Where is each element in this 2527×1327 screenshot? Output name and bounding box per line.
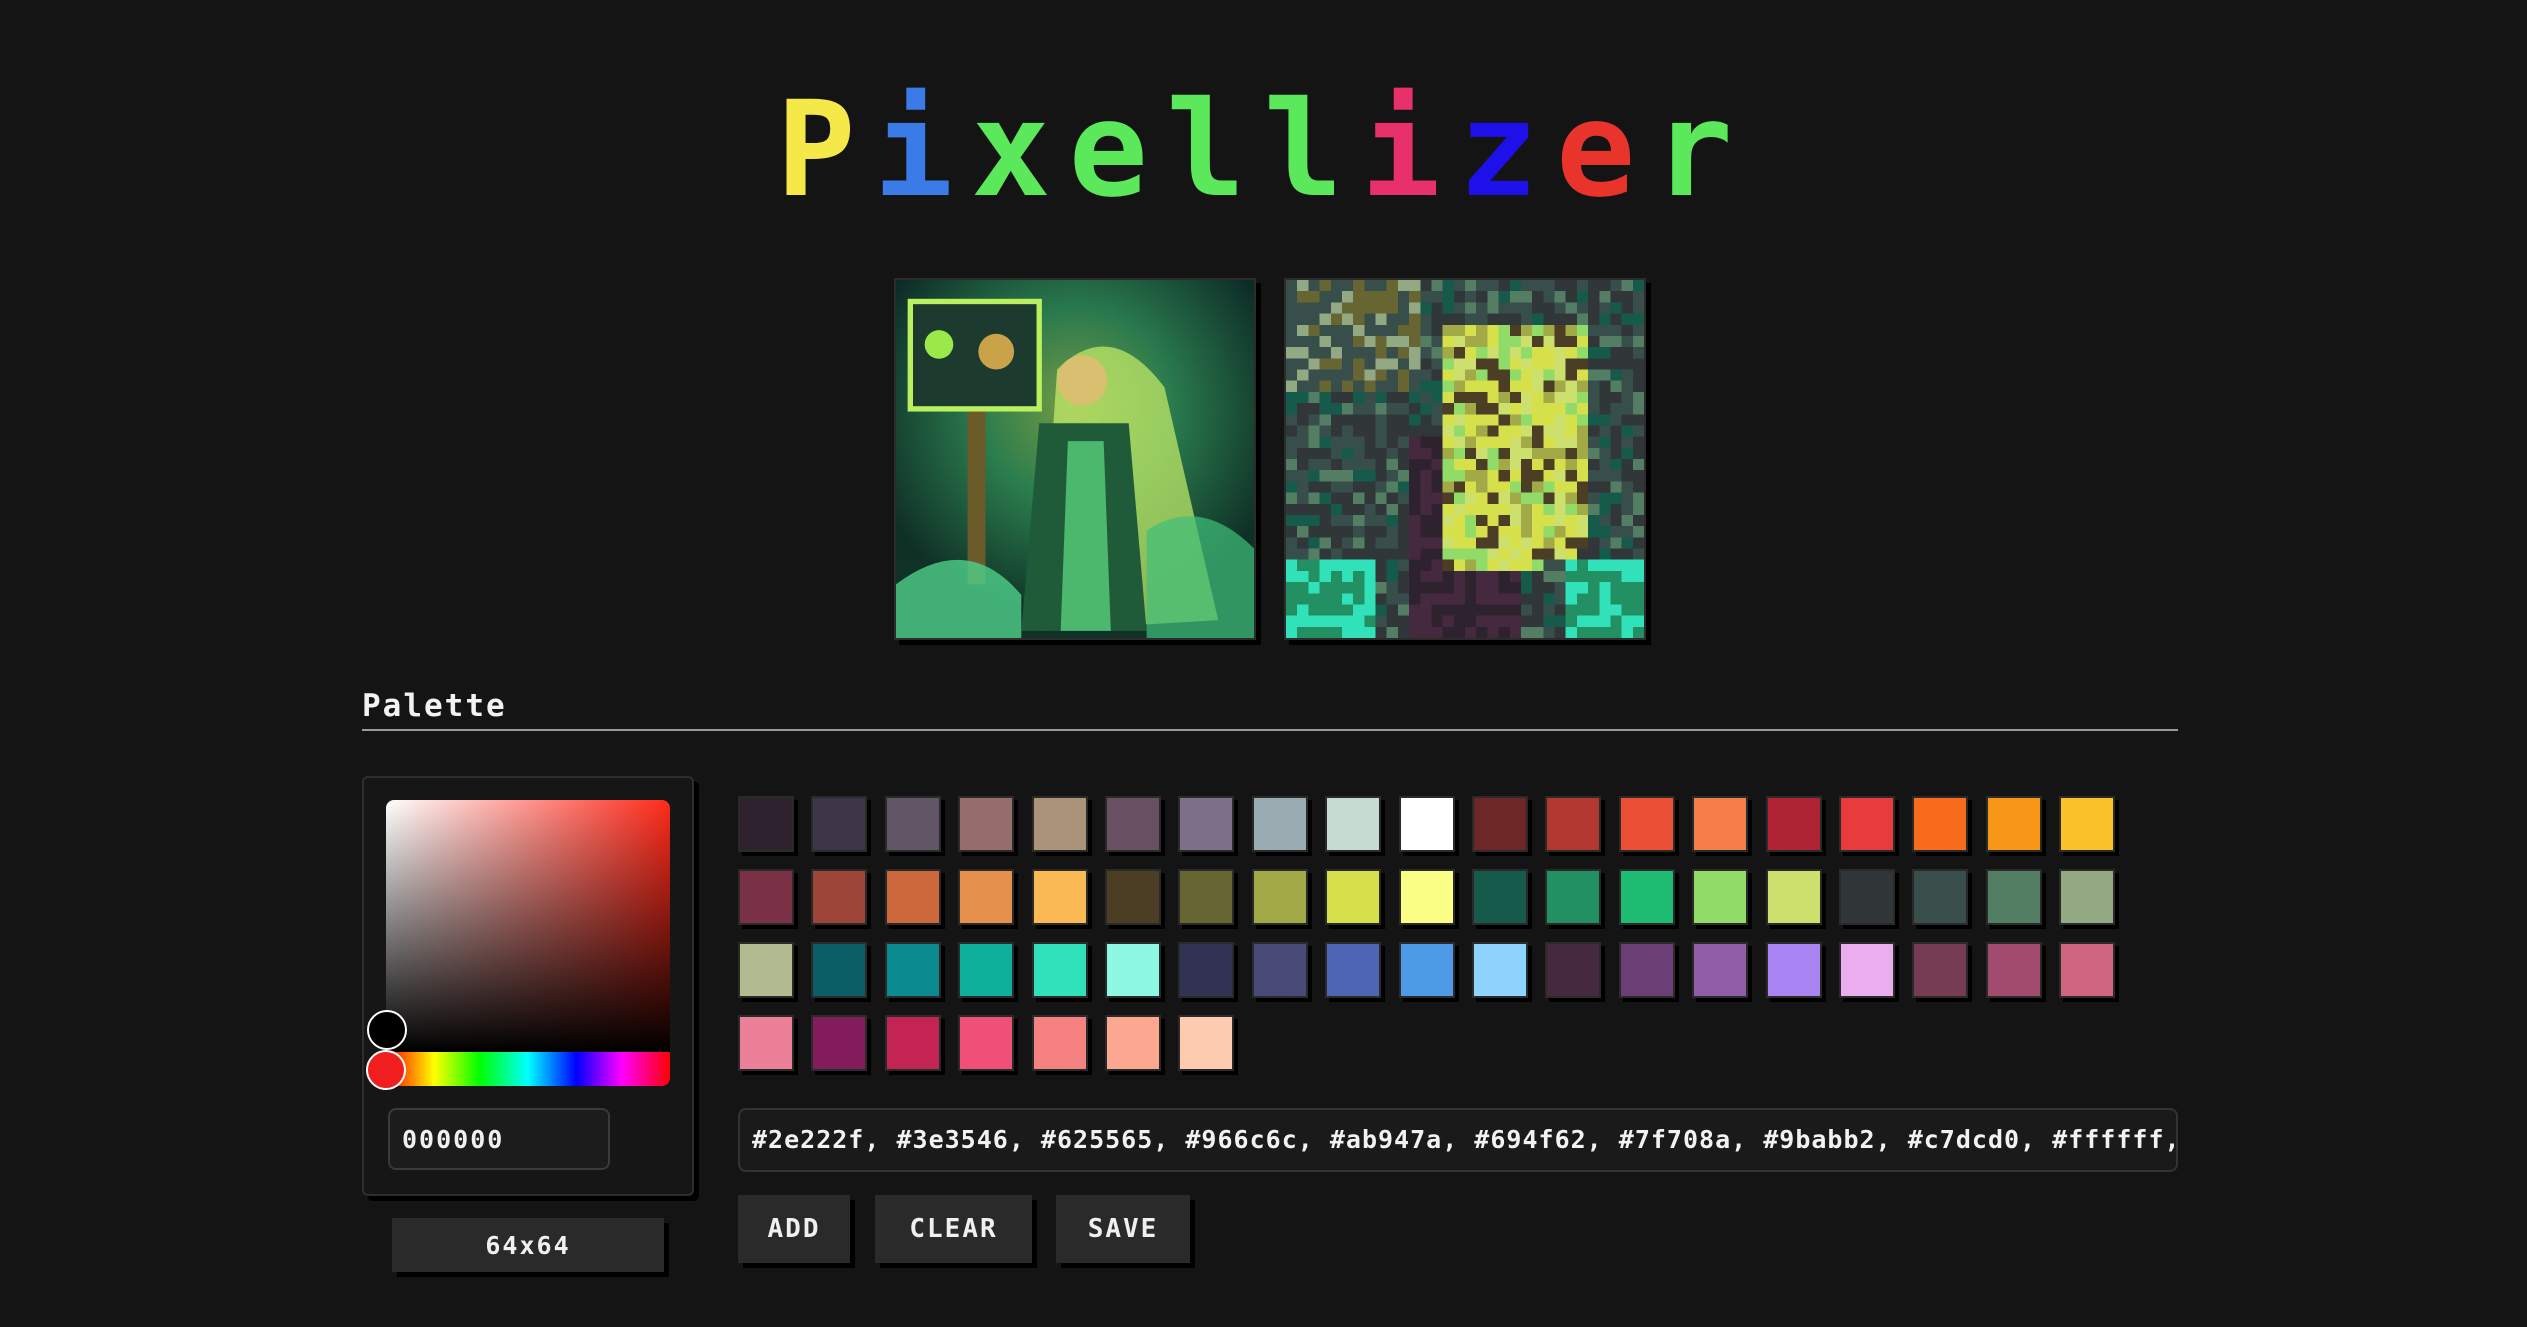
palette-swatch[interactable] xyxy=(1619,942,1675,998)
palette-swatch[interactable] xyxy=(1619,869,1675,925)
palette-swatch[interactable] xyxy=(1252,796,1308,852)
hex-color-input[interactable] xyxy=(388,1108,610,1170)
palette-swatch[interactable] xyxy=(738,1015,794,1071)
image-pixelated-icon xyxy=(1286,280,1644,638)
size-select-button[interactable]: 64x64 xyxy=(392,1218,664,1272)
palette-swatch[interactable] xyxy=(1472,869,1528,925)
palette-swatch[interactable] xyxy=(738,942,794,998)
palette-swatch[interactable] xyxy=(1986,796,2042,852)
image-original-icon xyxy=(896,280,1254,638)
palette-swatch[interactable] xyxy=(1839,942,1895,998)
palette-swatch[interactable] xyxy=(1325,796,1381,852)
title-letter: e xyxy=(1068,73,1167,227)
palette-swatch[interactable] xyxy=(2059,869,2115,925)
palette-swatch[interactable] xyxy=(1032,942,1088,998)
palette-swatch[interactable] xyxy=(885,942,941,998)
palette-swatch[interactable] xyxy=(885,796,941,852)
palette-swatch[interactable] xyxy=(1472,796,1528,852)
palette-swatch[interactable] xyxy=(1839,796,1895,852)
palette-swatch[interactable] xyxy=(811,942,867,998)
palette-swatch[interactable] xyxy=(958,942,1014,998)
palette-swatch[interactable] xyxy=(1545,796,1601,852)
palette-swatch[interactable] xyxy=(1252,869,1308,925)
palette-swatch[interactable] xyxy=(958,796,1014,852)
palette-swatch[interactable] xyxy=(1399,796,1455,852)
title-letter: l xyxy=(1263,73,1361,227)
save-button[interactable]: SAVE xyxy=(1056,1195,1190,1263)
palette-swatch[interactable] xyxy=(1178,942,1234,998)
clear-button[interactable]: CLEAR xyxy=(875,1195,1032,1263)
palette-swatch[interactable] xyxy=(1178,796,1234,852)
title-letter: x xyxy=(971,73,1069,227)
palette-swatch[interactable] xyxy=(1912,942,1968,998)
palette-swatch[interactable] xyxy=(1619,796,1675,852)
saturation-value-handle[interactable] xyxy=(367,1010,407,1050)
palette-swatch[interactable] xyxy=(811,796,867,852)
palette-swatch[interactable] xyxy=(2059,942,2115,998)
pixelated-image xyxy=(1284,278,1646,640)
palette-swatch[interactable] xyxy=(1105,796,1161,852)
palette-swatch[interactable] xyxy=(885,1015,941,1071)
title-letter: i xyxy=(1360,73,1459,227)
palette-swatch[interactable] xyxy=(1472,942,1528,998)
palette-hex-list-input[interactable]: #2e222f, #3e3546, #625565, #966c6c, #ab9… xyxy=(738,1108,2178,1172)
palette-swatch[interactable] xyxy=(1032,869,1088,925)
hue-handle[interactable] xyxy=(366,1050,406,1090)
palette-swatch[interactable] xyxy=(1178,869,1234,925)
hue-slider[interactable] xyxy=(386,1052,670,1086)
palette-swatch[interactable] xyxy=(1032,796,1088,852)
palette-swatch[interactable] xyxy=(1399,869,1455,925)
palette-swatch[interactable] xyxy=(738,869,794,925)
palette-swatch[interactable] xyxy=(1766,796,1822,852)
original-image xyxy=(894,278,1256,640)
palette-swatch[interactable] xyxy=(1252,942,1308,998)
app-title: Pixellizer xyxy=(0,73,2527,227)
palette-swatch[interactable] xyxy=(1692,796,1748,852)
title-letter: e xyxy=(1555,73,1654,227)
palette-swatch[interactable] xyxy=(811,869,867,925)
palette-swatch[interactable] xyxy=(738,796,794,852)
palette-swatch[interactable] xyxy=(1032,1015,1088,1071)
palette-swatch[interactable] xyxy=(1766,942,1822,998)
palette-swatch[interactable] xyxy=(958,1015,1014,1071)
palette-swatch[interactable] xyxy=(1766,869,1822,925)
palette-swatch[interactable] xyxy=(1986,942,2042,998)
saturation-value-area[interactable] xyxy=(386,800,670,1052)
palette-swatch[interactable] xyxy=(811,1015,867,1071)
palette-swatch[interactable] xyxy=(2059,796,2115,852)
palette-swatch[interactable] xyxy=(1912,796,1968,852)
palette-divider xyxy=(362,729,2178,731)
palette-swatch[interactable] xyxy=(1105,1015,1161,1071)
palette-swatch[interactable] xyxy=(1325,869,1381,925)
title-letter: r xyxy=(1653,73,1751,227)
palette-swatch[interactable] xyxy=(1986,869,2042,925)
palette-heading: Palette xyxy=(362,688,507,724)
palette-swatch[interactable] xyxy=(1692,942,1748,998)
palette-swatch[interactable] xyxy=(958,869,1014,925)
title-letter: l xyxy=(1166,73,1264,227)
palette-swatch[interactable] xyxy=(1105,942,1161,998)
palette-swatch[interactable] xyxy=(885,869,941,925)
palette-swatch[interactable] xyxy=(1692,869,1748,925)
palette-swatch[interactable] xyxy=(1325,942,1381,998)
palette-swatch[interactable] xyxy=(1399,942,1455,998)
palette-swatch[interactable] xyxy=(1912,869,1968,925)
palette-swatch[interactable] xyxy=(1545,942,1601,998)
palette-swatch[interactable] xyxy=(1178,1015,1234,1071)
palette-swatch[interactable] xyxy=(1105,869,1161,925)
add-button[interactable]: ADD xyxy=(738,1195,850,1263)
title-letter: i xyxy=(873,73,972,227)
palette-swatch[interactable] xyxy=(1839,869,1895,925)
color-picker xyxy=(362,776,694,1196)
palette-swatch[interactable] xyxy=(1545,869,1601,925)
title-letter: z xyxy=(1458,73,1556,227)
title-letter: P xyxy=(776,73,874,227)
